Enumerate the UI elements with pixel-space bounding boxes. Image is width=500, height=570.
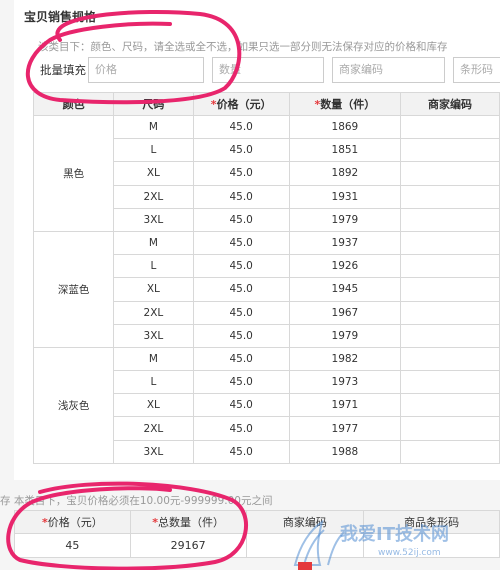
code-cell[interactable] [399,300,500,325]
code-cell[interactable] [399,439,500,464]
table-row: 黑色 M 45.0 1869 [32,114,500,232]
qty-cell[interactable]: 1931 [288,184,401,209]
left-strip [0,0,14,480]
qty-cell[interactable]: 1977 [288,416,401,441]
qty-cell[interactable]: 1973 [288,370,401,395]
code-cell[interactable] [399,393,500,418]
bulk-price-input[interactable]: 价格 [88,57,204,83]
code-cell[interactable] [399,207,500,232]
summary-hint: 存 本类目下，宝贝价格必须在10.00元-999999.00元之间 [0,495,273,507]
price-cell[interactable]: 45.0 [192,161,290,186]
price-cell[interactable]: 45.0 [192,300,290,325]
qty-cell[interactable]: 1945 [288,277,401,302]
color-cell: 黑色 [32,115,115,232]
watermark-url: www.52ij.com [378,548,441,558]
qty-cell[interactable]: 1979 [288,323,401,348]
spec-table: 颜色 尺码 *价格（元） *数量（件） 商家编码 黑色 M 45.0 1869 L 45.… [32,92,500,464]
size-cell: L [113,370,194,395]
header-color: 颜色 [32,92,115,116]
watermark-text: 我爱IT技术网 [340,524,449,545]
price-cell[interactable]: 45.0 [192,416,290,441]
bulk-qty-input[interactable]: 数量 [212,57,324,83]
code-cell[interactable] [399,370,500,395]
code-cell[interactable] [399,114,500,140]
price-cell[interactable]: 45.0 [192,439,290,464]
price-cell[interactable]: 45.0 [192,207,290,232]
code-cell[interactable] [399,277,500,302]
color-cell: 深蓝色 [32,230,115,348]
summary-total-qty[interactable]: 29167 [129,533,247,558]
price-cell[interactable]: 45.0 [192,370,290,395]
qty-cell[interactable]: 1967 [288,300,401,325]
qty-cell[interactable]: 1892 [288,161,401,186]
bulk-barcode-input[interactable]: 条形码 [453,57,500,83]
size-cell: 2XL [113,416,194,441]
price-cell[interactable]: 45.0 [192,184,290,209]
header-code: 商家编码 [399,92,500,116]
header-qty: *数量（件） [288,92,401,116]
qty-cell[interactable]: 1926 [288,254,401,279]
qty-cell[interactable]: 1869 [288,114,401,140]
size-cell: XL [113,393,194,418]
code-cell[interactable] [399,161,500,186]
summary-header-total-qty: *总数量（件） [129,510,247,534]
code-cell[interactable] [399,230,500,256]
size-cell: L [113,254,194,279]
size-cell: 3XL [113,207,194,232]
qty-cell[interactable]: 1971 [288,393,401,418]
size-cell: XL [113,277,194,302]
code-cell[interactable] [399,323,500,348]
size-cell: 3XL [113,323,194,348]
size-cell: L [113,138,194,163]
price-cell[interactable]: 45.0 [192,230,290,256]
spec-table-header: 颜色 尺码 *价格（元） *数量（件） 商家编码 [32,92,500,116]
price-cell[interactable]: 45.0 [192,138,290,163]
code-cell[interactable] [399,346,500,372]
size-cell: M [113,230,194,256]
size-cell: M [113,114,194,140]
qty-cell[interactable]: 1979 [288,207,401,232]
code-cell[interactable] [399,184,500,209]
table-row: 浅灰色 M 45.0 1982 [32,346,500,464]
section-hint: 该类目下：颜色、尺码，请全选或全不选，如果只选一部分则无法保存对应的价格和库存 [38,41,448,53]
section-title: 宝贝销售规格 [24,10,97,24]
qty-cell[interactable]: 1988 [288,439,401,464]
summary-header-price: *价格（元） [14,510,131,534]
red-tag [298,562,312,570]
size-cell: 2XL [113,184,194,209]
price-cell[interactable]: 45.0 [192,346,290,372]
header-size: 尺码 [113,92,194,116]
qty-cell[interactable]: 1982 [288,346,401,372]
code-cell[interactable] [399,254,500,279]
header-price: *价格（元） [192,92,290,116]
code-cell[interactable] [399,138,500,163]
price-cell[interactable]: 45.0 [192,114,290,140]
qty-cell[interactable]: 1937 [288,230,401,256]
bulk-code-input[interactable]: 商家编码 [332,57,445,83]
size-cell: XL [113,161,194,186]
price-cell[interactable]: 45.0 [192,393,290,418]
price-cell[interactable]: 45.0 [192,323,290,348]
price-cell[interactable]: 45.0 [192,254,290,279]
table-row: 深蓝色 M 45.0 1937 [32,230,500,348]
summary-price[interactable]: 45 [14,533,131,558]
size-cell: M [113,346,194,372]
size-cell: 2XL [113,300,194,325]
price-cell[interactable]: 45.0 [192,277,290,302]
size-cell: 3XL [113,439,194,464]
color-cell: 浅灰色 [32,346,115,464]
qty-cell[interactable]: 1851 [288,138,401,163]
code-cell[interactable] [399,416,500,441]
